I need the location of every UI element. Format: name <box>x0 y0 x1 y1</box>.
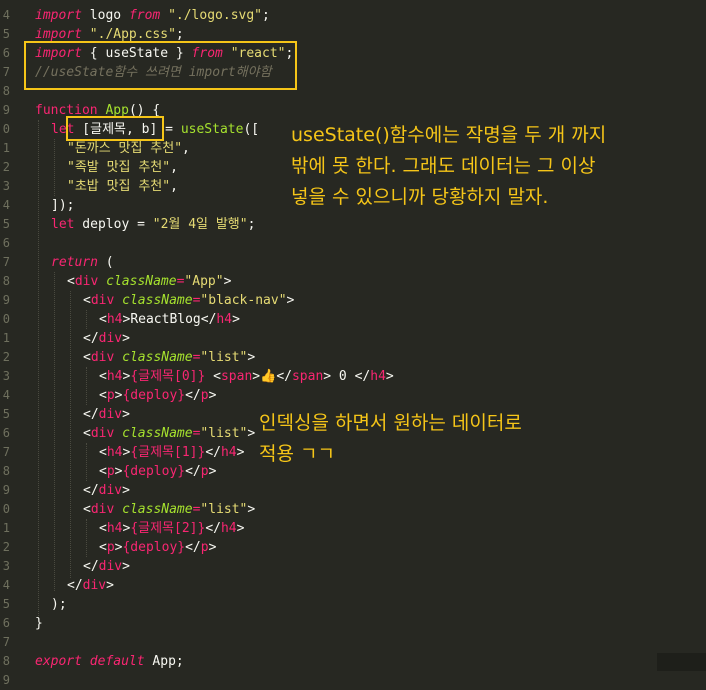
code-line: </div> <box>83 331 130 346</box>
line-number: 7 <box>2 635 10 649</box>
line-number: 8 <box>2 274 10 288</box>
line-number: 4 <box>2 8 10 22</box>
state-names-highlight-box <box>66 116 164 141</box>
code-line: export default App; <box>35 654 184 669</box>
code-line: <div className="App"> <box>67 274 232 289</box>
annotation-usestate-note: useState()함수에는 작명을 두 개 까지 밖에 못 한다. 그래도 데… <box>291 124 607 208</box>
line-number: 7 <box>2 445 10 459</box>
code-line: <div className="list"> <box>83 502 256 517</box>
line-number: 6 <box>2 236 10 250</box>
line-number: 0 <box>2 122 10 136</box>
thumbs-up-icon: 👍 <box>260 369 277 384</box>
code-line: import logo from "./logo.svg"; <box>35 8 270 23</box>
line-number: 2 <box>2 160 10 174</box>
line-number: 8 <box>2 84 10 98</box>
line-number: 1 <box>2 331 10 345</box>
indent-guide <box>54 272 55 591</box>
line-number: 0 <box>2 502 10 516</box>
code-line: return ( <box>51 255 114 270</box>
line-number: 1 <box>2 141 10 155</box>
line-number: 6 <box>2 46 10 60</box>
indent-guide <box>86 367 87 405</box>
code-line: ]); <box>51 198 75 213</box>
code-line: "초밥 맛집 추천", <box>67 179 178 194</box>
code-line: </div> <box>67 578 114 593</box>
line-number: 1 <box>2 521 10 535</box>
line-number: 9 <box>2 673 10 687</box>
line-number: 8 <box>2 654 10 668</box>
indent-guide <box>86 310 87 329</box>
code-line: <p>{deploy}</p> <box>99 388 217 403</box>
code-line: </div> <box>83 407 130 422</box>
line-number: 3 <box>2 369 10 383</box>
indent-guide <box>86 443 87 481</box>
indent-guide <box>38 120 39 620</box>
line-number: 6 <box>2 426 10 440</box>
import-highlight-box <box>24 41 297 90</box>
indent-guide <box>54 139 55 196</box>
line-number: 4 <box>2 198 10 212</box>
line-number: 7 <box>2 255 10 269</box>
code-line: "돈까스 맛집 추천", <box>67 141 190 156</box>
code-line: </div> <box>83 483 130 498</box>
code-line: <div className="list"> <box>83 350 256 365</box>
line-number: 0 <box>2 312 10 326</box>
line-number: 3 <box>2 559 10 573</box>
indent-guide <box>70 291 71 578</box>
line-number: 4 <box>2 388 10 402</box>
code-line: <p>{deploy}</p> <box>99 540 217 555</box>
line-number: 8 <box>2 464 10 478</box>
minimap-viewport[interactable] <box>657 653 706 671</box>
code-line: ); <box>51 597 67 612</box>
code-line: <div className="black-nav"> <box>83 293 295 308</box>
annotation-indexing-note: 인덱싱을 하면서 원하는 데이터로 적용 ㄱㄱ <box>259 412 522 465</box>
line-number: 6 <box>2 616 10 630</box>
line-number: 5 <box>2 407 10 421</box>
code-line: <h4>{글제목[2]}</h4> <box>99 521 245 536</box>
line-number: 7 <box>2 65 10 79</box>
code-line: let deploy = "2월 4일 발행"; <box>51 217 256 232</box>
line-number: 3 <box>2 179 10 193</box>
code-line: <h4>{글제목[1]}</h4> <box>99 445 245 460</box>
line-number: 5 <box>2 27 10 41</box>
code-line: <p>{deploy}</p> <box>99 464 217 479</box>
line-number: 2 <box>2 540 10 554</box>
line-number: 2 <box>2 350 10 364</box>
code-line: <h4>ReactBlog</h4> <box>99 312 240 327</box>
line-number: 5 <box>2 217 10 231</box>
code-line: <h4>{글제목[0]} <span>👍</span> 0 </h4> <box>99 369 394 384</box>
code-line: </div> <box>83 559 130 574</box>
line-number: 9 <box>2 483 10 497</box>
code-line: "족발 맛집 추천", <box>67 160 178 175</box>
indent-guide <box>86 519 87 557</box>
line-number: 4 <box>2 578 10 592</box>
line-number: 9 <box>2 103 10 117</box>
code-line: <div className="list"> <box>83 426 256 441</box>
line-number: 9 <box>2 293 10 307</box>
line-number: 5 <box>2 597 10 611</box>
code-line: } <box>35 616 43 631</box>
